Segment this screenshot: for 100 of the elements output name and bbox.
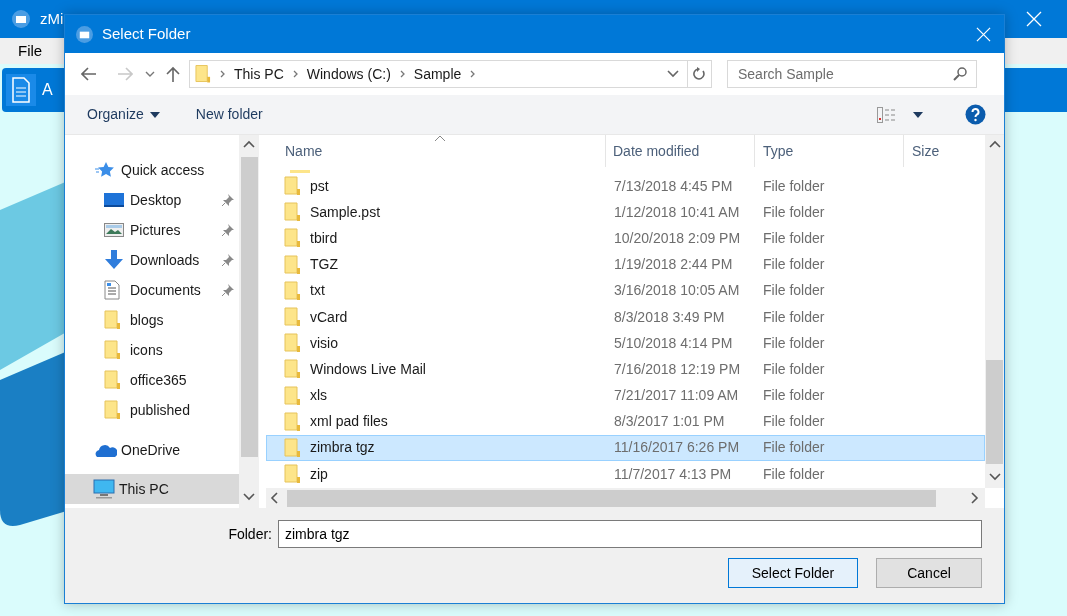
app-title: zMi (40, 8, 64, 29)
nav-label: This PC (119, 479, 170, 499)
nav-item[interactable]: blogs (65, 305, 239, 335)
chevron-icon[interactable] (470, 70, 476, 78)
file-name: Sample.pst (310, 202, 381, 222)
nav-label: published (130, 400, 191, 420)
file-row[interactable]: pst 7/13/2018 4:45 PM File folder (266, 173, 985, 200)
file-row[interactable]: Sample.pst 1/12/2018 10:41 AM File folder (266, 199, 985, 226)
folder-icon (104, 400, 121, 420)
file-row[interactable]: TGZ 1/19/2018 2:44 PM File folder (266, 251, 985, 278)
breadcrumb-item[interactable]: This PC (234, 63, 284, 85)
file-name: Windows Live Mail (310, 359, 426, 379)
select-folder-button[interactable]: Select Folder (728, 558, 858, 588)
caret-icon[interactable] (145, 70, 155, 78)
file-name: TGZ (310, 255, 338, 275)
back-arrow-icon[interactable] (81, 67, 97, 81)
type-cell-text: File folder (762, 333, 826, 353)
column-header[interactable]: Type (754, 135, 903, 167)
toolbar-label[interactable]: A (42, 78, 53, 102)
pin-icon[interactable] (222, 194, 234, 206)
chevron-icon[interactable] (220, 70, 225, 78)
file-row[interactable]: tbird 10/20/2018 2:09 PM File folder (266, 225, 985, 252)
nav-label: Pictures (130, 220, 182, 240)
breadcrumb-item[interactable]: Windows (C:) (306, 63, 391, 85)
chevron-icon[interactable] (292, 70, 298, 78)
new-folder-button[interactable]: New folder (195, 104, 263, 125)
nav-item[interactable]: icons (65, 335, 239, 365)
nav-item[interactable]: This PC (65, 474, 239, 504)
folder-icon (284, 228, 301, 249)
dropdown-caret-icon[interactable] (667, 70, 679, 78)
date-cell-text: 7/13/2018 4:45 PM (613, 176, 734, 196)
nav-item[interactable]: Pictures (65, 215, 239, 245)
scrollbar[interactable] (239, 135, 259, 508)
star-icon (95, 161, 115, 179)
file-name: vCard (310, 307, 348, 327)
type-cell-text: File folder (762, 412, 826, 432)
folder-input[interactable]: zimbra tgz (278, 520, 982, 548)
file-row[interactable]: Windows Live Mail 7/16/2018 12:19 PM File folder (266, 356, 985, 383)
search-icon[interactable] (953, 67, 967, 81)
computer-icon (93, 479, 115, 499)
mail-icon (12, 10, 30, 28)
refresh-icon[interactable] (693, 67, 706, 81)
pin-icon[interactable] (222, 224, 234, 236)
breadcrumb-item[interactable]: Sample (413, 63, 462, 85)
pin-icon[interactable] (222, 254, 234, 266)
down-arrow-icon (104, 250, 124, 270)
file-row[interactable]: zip 11/7/2017 4:13 PM File folder (266, 461, 985, 488)
column-header[interactable]: Name (266, 140, 605, 162)
scroll-thumb[interactable] (240, 157, 258, 457)
scroll-thumb[interactable] (986, 360, 1003, 464)
document-icon (104, 280, 120, 300)
folder-icon (104, 310, 121, 330)
folder-icon (284, 385, 301, 406)
address-bar[interactable]: This PC Windows (C:) Sample (189, 60, 712, 88)
nav-item[interactable]: OneDrive (65, 435, 239, 465)
file-name: pst (310, 176, 329, 196)
menu-item[interactable]: File (0, 39, 61, 63)
folder-icon (195, 64, 211, 84)
folder-icon (284, 254, 301, 275)
file-row[interactable]: vCard 8/3/2018 3:49 PM File folder (266, 303, 985, 331)
folder-label: Folder: (228, 524, 272, 544)
nav-item[interactable]: Desktop (65, 185, 239, 215)
nav-item[interactable]: Quick access (65, 155, 239, 185)
file-row[interactable]: xml pad files 8/3/2017 1:01 PM File folder (266, 408, 985, 435)
scroll-thumb[interactable] (287, 489, 936, 507)
help-icon[interactable] (965, 104, 986, 125)
up-arrow-icon[interactable] (166, 66, 180, 82)
file-name: zip (310, 464, 328, 484)
column-header[interactable]: Date modified (605, 135, 754, 167)
nav-label: Downloads (130, 250, 201, 270)
close-icon[interactable] (1026, 11, 1042, 27)
type-cell-text: File folder (762, 202, 826, 222)
close-icon[interactable] (976, 26, 991, 42)
folder-icon (284, 359, 301, 380)
nav-item[interactable]: office365 (65, 365, 239, 395)
file-row[interactable]: visio 5/10/2018 4:14 PM File folder (266, 330, 985, 357)
column-header[interactable]: Size (903, 135, 983, 167)
file-name: tbird (310, 228, 338, 248)
nav-label: OneDrive (121, 440, 182, 460)
date-cell-text: 5/10/2018 4:14 PM (613, 333, 734, 353)
horizontal-scrollbar[interactable] (266, 488, 985, 508)
nav-item[interactable]: published (65, 395, 239, 425)
document-icon[interactable] (6, 74, 36, 106)
file-row[interactable]: xls 7/21/2017 11:09 AM File folder (266, 382, 985, 409)
file-name: xml pad files (310, 412, 388, 432)
date-cell-text: 1/12/2018 10:41 AM (613, 202, 741, 222)
file-row[interactable]: txt 3/16/2018 10:05 AM File folder (266, 277, 985, 304)
date-cell-text: 10/20/2018 2:09 PM (613, 228, 742, 248)
file-row[interactable]: zimbra tgz 11/16/2017 6:26 PM File folder (266, 434, 985, 462)
nav-item[interactable]: Documents (65, 275, 239, 305)
date-cell-text: 7/16/2018 12:19 PM (613, 359, 742, 379)
cancel-button[interactable]: Cancel (876, 558, 982, 588)
chevron-icon[interactable] (399, 70, 405, 78)
nav-item[interactable]: Downloads (65, 245, 239, 275)
organize-button[interactable]: Organize (87, 104, 160, 125)
search-field[interactable]: Search Sample (727, 60, 977, 88)
nav-label: Desktop (130, 190, 183, 210)
nav-label: blogs (130, 310, 165, 330)
scrollbar[interactable] (985, 135, 1004, 488)
pin-icon[interactable] (222, 284, 234, 296)
